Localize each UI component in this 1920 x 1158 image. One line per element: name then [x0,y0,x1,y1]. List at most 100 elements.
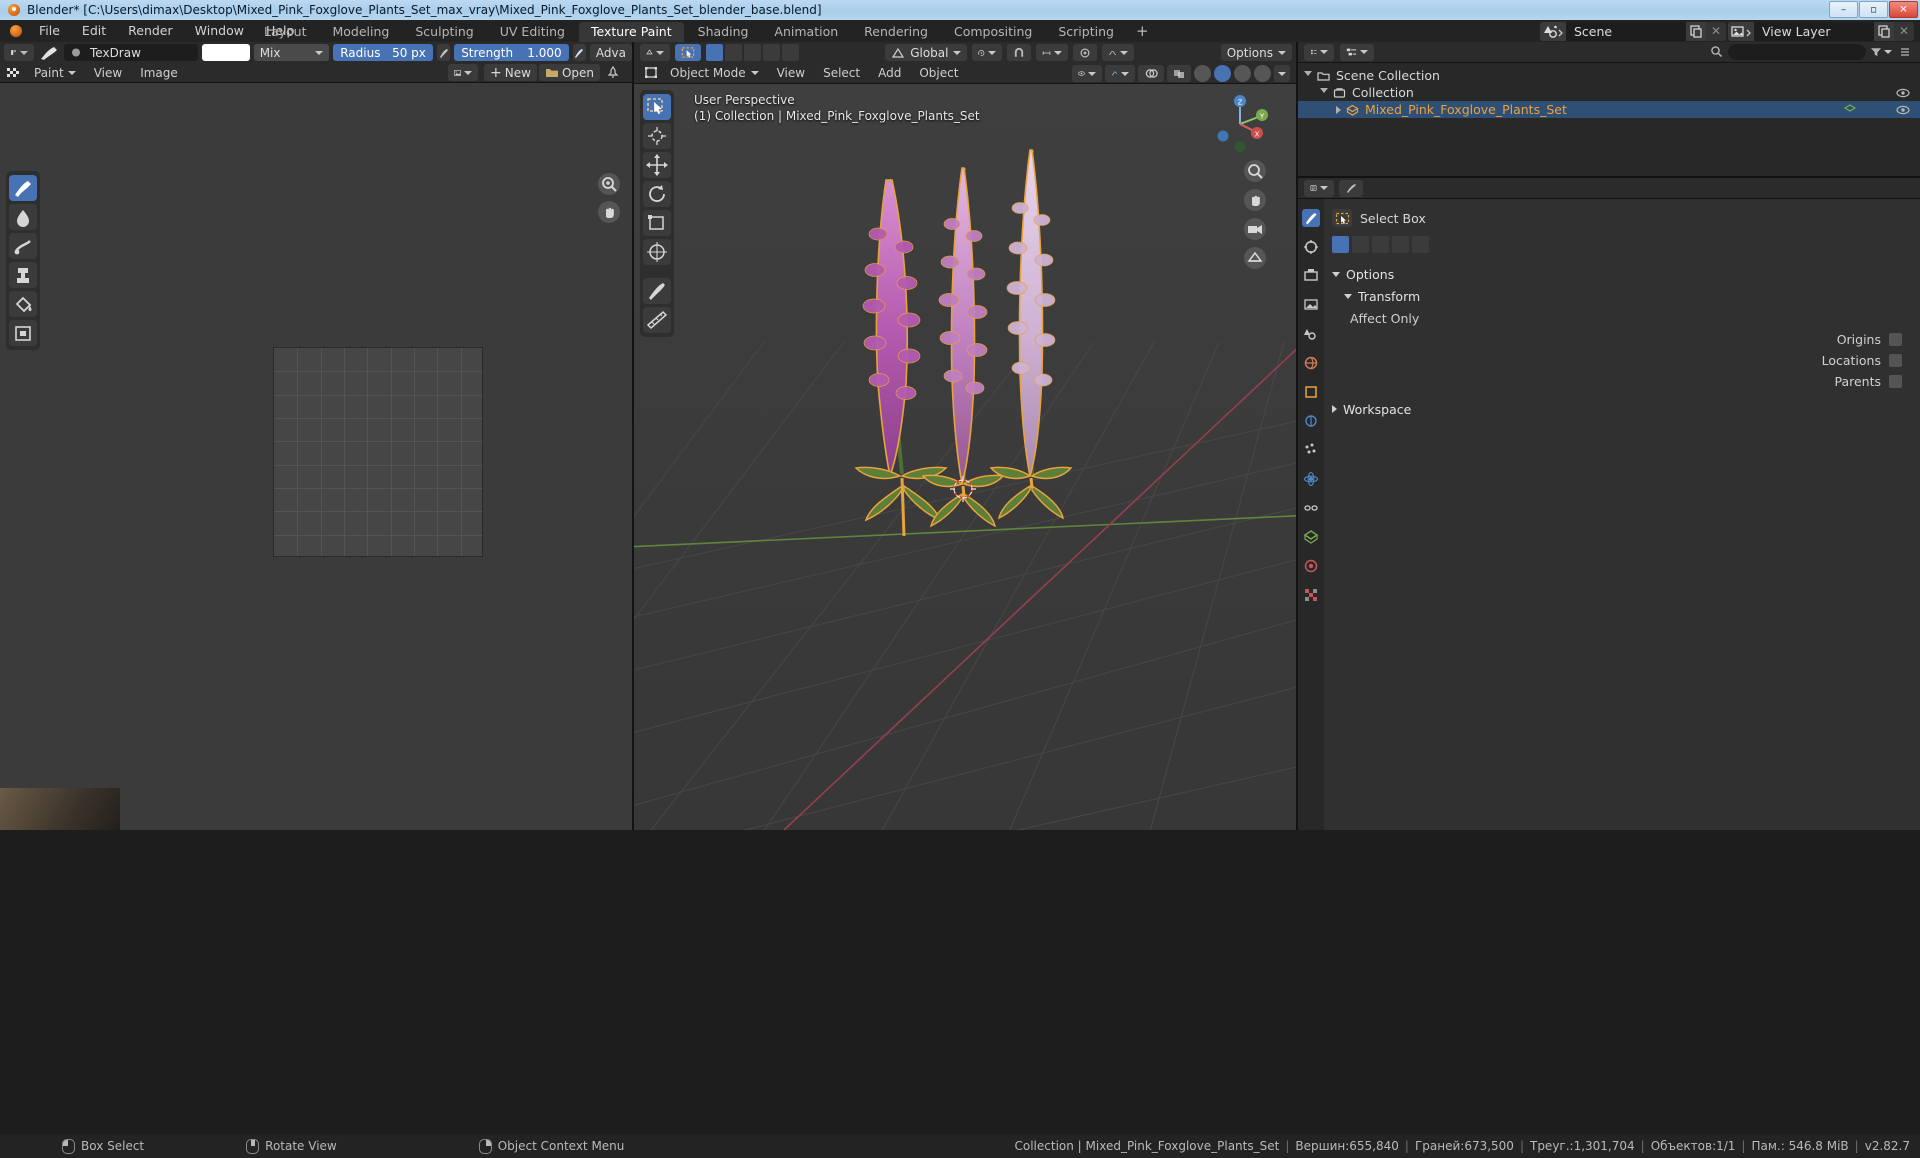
close-button[interactable]: ✕ [1889,1,1918,18]
select-invert-mode[interactable] [763,44,780,61]
proportional-edit-icon[interactable] [1073,44,1098,61]
blender-icon[interactable] [8,23,24,39]
panel-workspace[interactable]: Workspace [1332,398,1910,420]
outliner-display-mode-dropdown[interactable] [1340,43,1374,61]
open-image-button[interactable]: Open [538,64,600,81]
expand-triangle-icon[interactable] [1332,405,1337,413]
image-datablock-selector[interactable] [448,64,479,81]
select-box-tool-icon[interactable] [675,44,701,61]
select-subtract-button[interactable] [1372,235,1389,253]
strength-pressure-icon[interactable] [572,44,586,61]
shading-wireframe-button[interactable] [1194,65,1211,82]
scene-selector[interactable]: Scene ✕ [1540,22,1726,41]
shading-material-preview-button[interactable] [1234,65,1251,82]
select-extend-mode[interactable] [725,44,742,61]
new-image-button[interactable]: + New [484,64,537,81]
select-subtract-mode[interactable] [744,44,761,61]
outliner-row-collection[interactable]: Collection [1298,84,1920,101]
transform-orientation-dropdown[interactable]: Global [885,44,968,61]
panel-options[interactable]: Options [1332,263,1910,285]
tab-texture-paint[interactable]: Texture Paint [578,22,684,42]
navigation-axis-gizmo[interactable]: Z Y X [1210,94,1270,154]
gizmo-toggle-icon[interactable] [1105,65,1135,82]
menu-viewport-add[interactable]: Add [870,63,909,83]
select-box-tool-button[interactable] [643,94,671,120]
affect-only-origins-row[interactable]: Origins [1332,329,1910,350]
shading-rendered-button[interactable] [1254,65,1271,82]
hide-in-viewport-icon[interactable] [1896,103,1910,117]
hide-in-viewport-icon[interactable] [1896,86,1910,100]
properties-editor-type-selector[interactable] [1304,179,1334,197]
draw-brush-tool-icon[interactable] [9,175,37,201]
rotate-tool-button[interactable] [643,181,671,207]
radius-slider[interactable]: Radius 50 px [333,44,433,61]
modifier-tab[interactable] [1302,412,1320,430]
outliner-filter-settings-icon[interactable] [1896,46,1914,58]
view-layer-tab[interactable] [1302,296,1320,314]
outliner-row-object[interactable]: Mixed_Pink_Foxglove_Plants_Set [1298,101,1920,118]
pivot-point-icon[interactable] [972,44,1003,61]
fill-tool-icon[interactable] [9,291,37,317]
outliner-row-scene-collection[interactable]: Scene Collection [1298,67,1920,84]
add-workspace-button[interactable]: + [1128,22,1157,42]
paint-mode-dropdown[interactable]: Paint [26,63,84,83]
remove-view-layer-button[interactable]: ✕ [1894,22,1914,41]
select-intersect-mode[interactable] [782,44,799,61]
affect-locations-checkbox[interactable] [1889,354,1902,367]
viewport-canvas[interactable]: User Perspective (1) Collection | Mixed_… [634,84,1296,830]
physics-tab[interactable] [1302,470,1320,488]
menu-image[interactable]: Image [132,63,186,83]
object-tab[interactable] [1302,383,1320,401]
soften-tool-icon[interactable] [9,204,37,230]
render-tab[interactable] [1302,238,1320,256]
view-layer-icon[interactable] [1728,22,1754,41]
tab-scripting[interactable]: Scripting [1046,22,1126,42]
minimize-button[interactable]: – [1829,1,1858,18]
viewport-options-dropdown[interactable]: Options [1220,44,1292,61]
brush-color-swatch[interactable] [202,44,250,61]
maximize-button[interactable]: ▫ [1859,1,1888,18]
affect-only-locations-row[interactable]: Locations [1332,350,1910,371]
panel-transform[interactable]: Transform [1332,285,1910,307]
visibility-dropdown-icon[interactable] [1072,65,1102,82]
transform-tool-button[interactable] [643,239,671,265]
uv-texture-grid[interactable] [273,347,483,557]
select-set-button[interactable] [1332,235,1349,253]
object-mode-dropdown[interactable]: Object Mode [662,63,767,83]
object-data-icon[interactable] [1843,103,1857,117]
expand-triangle-icon[interactable] [1336,105,1341,114]
toggle-ortho-perspective-icon[interactable] [1244,247,1266,269]
unlink-scene-button[interactable]: ✕ [1706,22,1726,41]
tab-layout[interactable]: Layout [252,22,319,42]
zoom-icon[interactable] [598,173,620,195]
scene-tab[interactable] [1302,325,1320,343]
search-icon[interactable] [1710,45,1724,59]
scene-name[interactable]: Scene [1566,22,1686,41]
expand-triangle-icon[interactable] [1304,71,1312,80]
menu-viewport-object[interactable]: Object [911,63,966,83]
tab-animation[interactable]: Animation [762,22,850,42]
new-view-layer-button[interactable] [1874,22,1894,41]
snap-target-dropdown[interactable] [1036,44,1069,61]
texture-tab[interactable] [1302,586,1320,604]
editor-type-selector[interactable] [4,44,34,61]
mask-tool-icon[interactable] [9,320,37,346]
overlays-toggle-icon[interactable] [1138,65,1164,82]
tab-modeling[interactable]: Modeling [321,22,402,42]
world-tab[interactable] [1302,354,1320,372]
filter-icon[interactable] [1870,46,1892,58]
smear-tool-icon[interactable] [9,233,37,259]
tool-tab[interactable] [1302,209,1320,227]
expand-triangle-icon[interactable] [1320,88,1328,97]
scene-icon[interactable] [1540,22,1566,41]
expand-triangle-icon[interactable] [1332,271,1340,277]
menu-viewport-view[interactable]: View [769,63,813,83]
advanced-dropdown[interactable]: Adva [589,44,632,61]
tab-compositing[interactable]: Compositing [942,22,1044,42]
view-layer-name[interactable]: View Layer [1754,22,1874,41]
menu-window[interactable]: Window [184,20,255,42]
outliner-editor-type-selector[interactable] [1304,43,1334,61]
outliner-search-input[interactable] [1728,44,1866,60]
tab-shading[interactable]: Shading [686,22,761,42]
strength-slider[interactable]: Strength 1.000 [454,44,569,61]
